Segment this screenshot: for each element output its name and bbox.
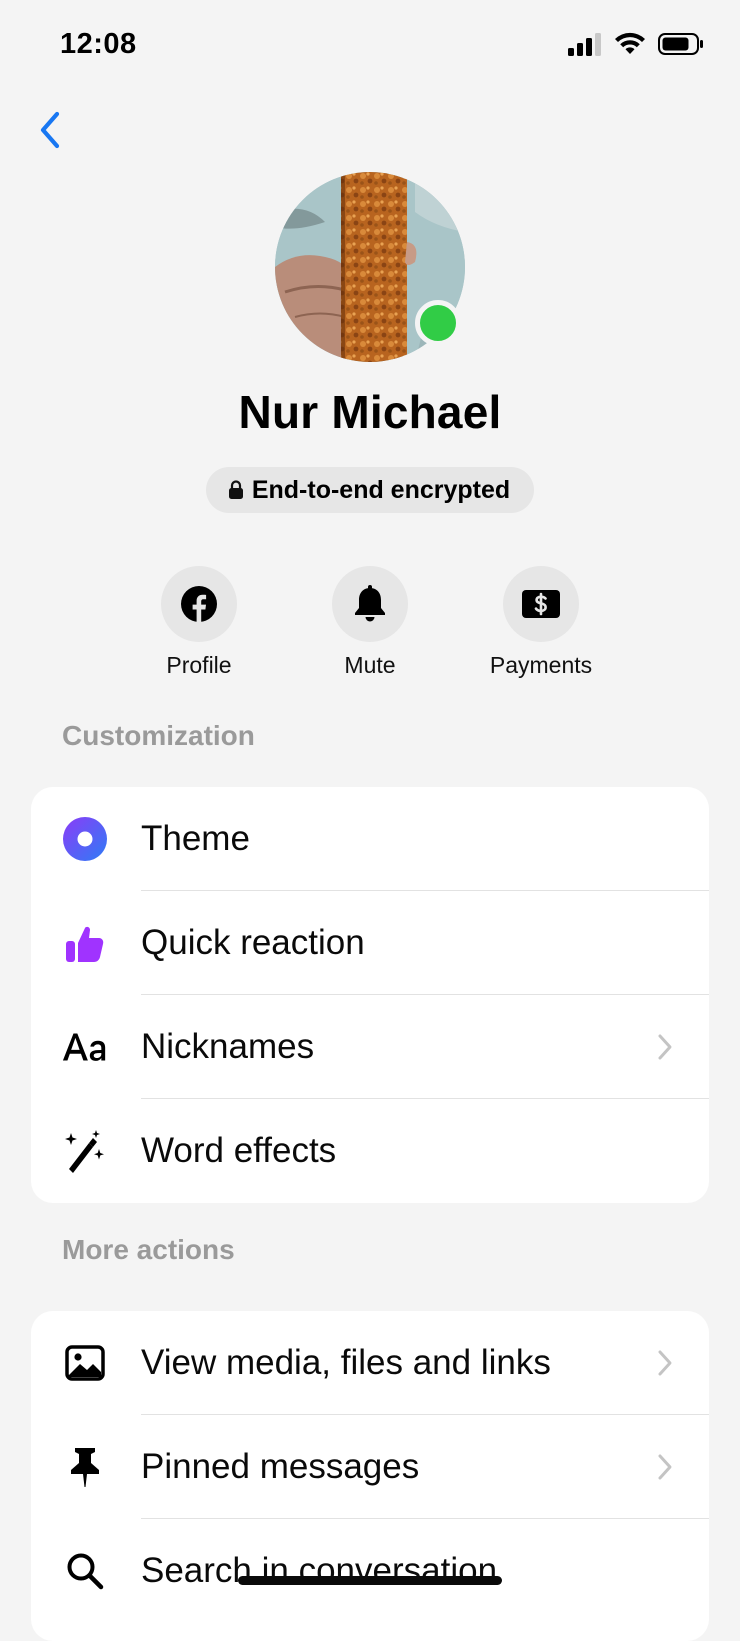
pin-icon	[71, 1448, 99, 1487]
theme-row[interactable]: Theme	[31, 787, 709, 891]
bell-icon	[355, 585, 385, 622]
more-actions-section-title: More actions	[62, 1234, 235, 1265]
customization-section-title: Customization	[62, 720, 255, 751]
image-icon	[65, 1345, 105, 1381]
nicknames-label: Nicknames	[141, 1027, 315, 1066]
status-time: 12:08	[60, 28, 137, 60]
back-button[interactable]	[30, 106, 70, 154]
search-conversation-label: Search in conversation	[141, 1551, 498, 1590]
cellular-signal-icon	[568, 33, 601, 56]
nicknames-row[interactable]: Nicknames	[31, 995, 709, 1099]
theme-icon	[63, 817, 107, 861]
profile-avatar[interactable]	[275, 172, 465, 362]
mute-button[interactable]: Mute	[285, 566, 455, 679]
pinned-messages-label: Pinned messages	[141, 1447, 420, 1486]
encryption-badge[interactable]: End-to-end encrypted	[205, 467, 535, 513]
payments-button[interactable]: Payments	[456, 566, 626, 679]
profile-name: Nur Michael	[238, 386, 502, 438]
mute-button-label: Mute	[344, 652, 396, 678]
search-conversation-row[interactable]: Search in conversation	[31, 1519, 709, 1623]
chevron-right-icon	[658, 1034, 672, 1060]
search-icon	[67, 1553, 104, 1590]
chevron-right-icon	[658, 1454, 672, 1480]
payments-icon	[522, 590, 560, 618]
word-effects-row[interactable]: Word effects	[31, 1099, 709, 1203]
view-media-row[interactable]: View media, files and links	[31, 1311, 709, 1415]
thumbs-up-icon	[66, 926, 104, 962]
view-media-label: View media, files and links	[141, 1343, 551, 1382]
facebook-icon	[181, 586, 217, 622]
word-effects-label: Word effects	[141, 1131, 337, 1170]
encryption-label: End-to-end encrypted	[251, 475, 511, 504]
quick-actions: Profile Mute Payments	[0, 566, 740, 686]
payments-button-label: Payments	[489, 652, 593, 678]
status-icons	[568, 32, 704, 56]
profile-button[interactable]: Profile	[114, 566, 284, 679]
quick-reaction-row[interactable]: Quick reaction	[31, 891, 709, 995]
pinned-messages-row[interactable]: Pinned messages	[31, 1415, 709, 1519]
status-bar: 12:08	[0, 0, 740, 90]
online-status-indicator	[415, 300, 461, 346]
quick-reaction-label: Quick reaction	[141, 923, 365, 962]
theme-label: Theme	[141, 819, 250, 858]
more-actions-card: View media, files and links Pinned messa…	[31, 1311, 709, 1641]
profile-button-label: Profile	[166, 652, 232, 678]
home-indicator	[238, 1576, 502, 1585]
chevron-right-icon	[658, 1350, 672, 1376]
wifi-icon	[615, 32, 645, 54]
battery-icon	[658, 33, 703, 55]
customization-card: Theme Quick reaction Nicknames Word effe…	[31, 787, 709, 1203]
lock-icon	[228, 480, 243, 499]
magic-wand-icon	[65, 1130, 104, 1173]
font-aa-icon	[62, 1033, 106, 1061]
chevron-left-icon	[40, 111, 60, 149]
